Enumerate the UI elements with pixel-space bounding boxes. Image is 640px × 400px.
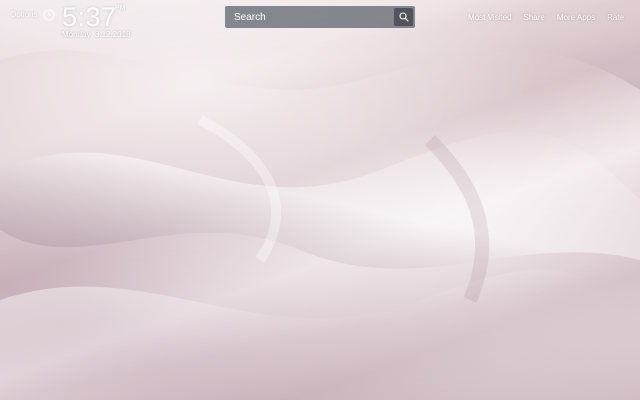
search-button[interactable] xyxy=(394,8,413,26)
clock-date: Monday 3.12.2018 xyxy=(62,30,131,39)
clock-icon[interactable] xyxy=(43,8,55,21)
options-link[interactable]: Options xyxy=(10,10,38,19)
share-link[interactable]: Share xyxy=(523,13,544,22)
silk-wallpaper xyxy=(0,0,640,400)
top-nav: Most Visited Share More Apps Rate xyxy=(456,13,624,22)
clock-ampm: PM xyxy=(115,5,126,12)
search-bar xyxy=(225,6,415,28)
rate-link[interactable]: Rate xyxy=(607,13,624,22)
search-icon xyxy=(398,12,409,22)
search-input[interactable] xyxy=(225,6,389,28)
clock-time: 5:37 xyxy=(62,2,117,32)
top-bar: Options 5:37 PM Monday 3.12.2018 Most Vi… xyxy=(0,0,640,44)
most-visited-link[interactable]: Most Visited xyxy=(468,13,511,22)
more-apps-link[interactable]: More Apps xyxy=(557,13,595,22)
